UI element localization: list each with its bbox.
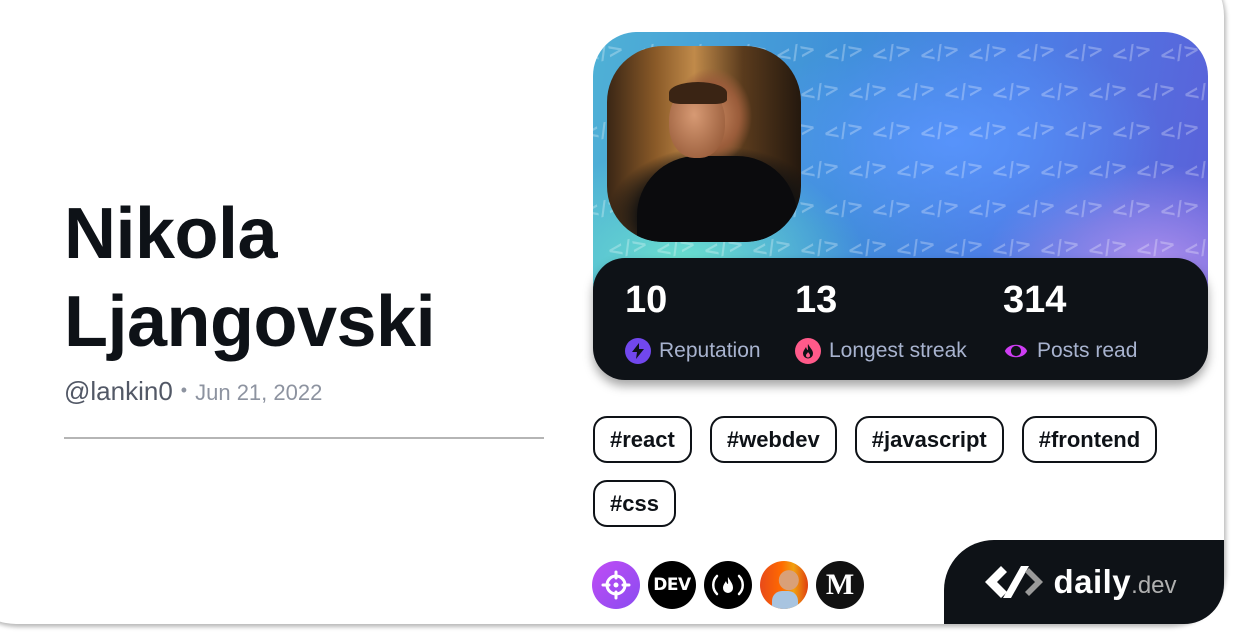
pattern-logo-icon: </>	[1133, 153, 1178, 185]
last-name: Ljangovski	[64, 282, 436, 362]
crosshair-icon	[601, 570, 631, 600]
first-name: Nikola	[64, 194, 278, 274]
stats-panel: 10 Reputation 13 Longest streak 314 Post…	[593, 258, 1208, 380]
pattern-logo-icon: </>	[1013, 192, 1058, 224]
pattern-logo-icon: </>	[821, 36, 866, 68]
profile-meta: @lankin0 • Jun 21, 2022	[64, 376, 544, 407]
pattern-logo-icon: </>	[845, 75, 890, 107]
stat-posts-read: 314 Posts read	[1003, 278, 1137, 364]
pattern-logo-icon: </>	[1037, 153, 1082, 185]
pattern-logo-icon: </>	[1109, 192, 1154, 224]
pattern-logo-icon: </>	[821, 114, 866, 146]
pattern-logo-icon: </>	[941, 75, 986, 107]
lightning-icon	[625, 338, 651, 364]
stat-value: 10	[625, 279, 668, 321]
pattern-logo-icon: </>	[941, 153, 986, 185]
pattern-logo-icon: </>	[797, 75, 842, 107]
pattern-logo-icon: </>	[1181, 75, 1208, 107]
joined-date: Jun 21, 2022	[195, 380, 323, 405]
crosshair-source[interactable]	[592, 561, 640, 609]
top-sources: DEV M	[592, 561, 864, 609]
daily-dev-logo-icon	[985, 566, 1044, 598]
pattern-logo-icon: </>	[869, 36, 914, 68]
pattern-logo-icon: </>	[1061, 192, 1106, 224]
freecodecamp-source[interactable]	[704, 561, 752, 609]
tag-chip[interactable]: #react	[593, 416, 692, 463]
pattern-logo-icon: </>	[965, 114, 1010, 146]
pattern-logo-icon: </>	[965, 192, 1010, 224]
eye-ring-icon	[1003, 338, 1029, 364]
tag-chip[interactable]: #frontend	[1021, 416, 1158, 463]
pattern-logo-icon: </>	[869, 114, 914, 146]
brand-tld: .dev	[1131, 572, 1177, 599]
pattern-logo-icon: </>	[593, 36, 626, 68]
pattern-logo-icon: </>	[1109, 114, 1154, 146]
pattern-logo-icon: </>	[1013, 114, 1058, 146]
daily-dev-brand[interactable]: daily .dev	[944, 540, 1224, 624]
divider	[64, 437, 544, 439]
pattern-logo-icon: </>	[917, 192, 962, 224]
profile-info: Nikola Ljangovski @lankin0 • Jun 21, 202…	[64, 190, 544, 407]
tag-chip[interactable]: #css	[593, 480, 676, 527]
pattern-logo-icon: </>	[821, 192, 866, 224]
pattern-logo-icon: </>	[893, 153, 938, 185]
stat-label: Longest streak	[829, 339, 967, 362]
pattern-logo-icon: </>	[1181, 153, 1208, 185]
dev-logo: DEV	[653, 575, 691, 595]
pattern-logo-icon: </>	[989, 153, 1034, 185]
pattern-logo-icon: </>	[965, 36, 1010, 68]
medium-logo: M	[825, 568, 855, 601]
pattern-logo-icon: </>	[1013, 36, 1058, 68]
pattern-logo-icon: </>	[1181, 231, 1208, 263]
pattern-logo-icon: </>	[1085, 75, 1130, 107]
stat-value: 314	[1003, 279, 1067, 321]
stat-label: Posts read	[1037, 339, 1138, 362]
freecodecamp-icon	[712, 574, 744, 596]
flame-icon	[795, 338, 821, 364]
pattern-logo-icon: </>	[893, 75, 938, 107]
person-source[interactable]	[760, 561, 808, 609]
pattern-logo-icon: </>	[917, 36, 962, 68]
stat-value: 13	[795, 279, 838, 321]
pattern-logo-icon: </>	[1109, 36, 1154, 68]
pattern-logo-icon: </>	[1085, 153, 1130, 185]
tag-chip[interactable]: #webdev	[709, 416, 837, 463]
pattern-logo-icon: </>	[1157, 36, 1202, 68]
stat-longest-streak: 13 Longest streak	[795, 278, 967, 364]
brand-word: daily	[1053, 563, 1132, 600]
dev-to-source[interactable]: DEV	[648, 561, 696, 609]
avatar[interactable]	[607, 46, 801, 242]
separator-dot: •	[180, 380, 188, 400]
pattern-logo-icon: </>	[1061, 114, 1106, 146]
tag-chip[interactable]: #javascript	[854, 416, 1004, 463]
pattern-logo-icon: </>	[1037, 75, 1082, 107]
pattern-logo-icon: </>	[1133, 75, 1178, 107]
pattern-logo-icon: </>	[989, 75, 1034, 107]
avatar-shirt	[637, 156, 797, 242]
profile-name: Nikola Ljangovski	[64, 190, 544, 366]
pattern-logo-icon: </>	[1061, 36, 1106, 68]
pattern-logo-icon: </>	[869, 192, 914, 224]
pattern-logo-icon: </>	[1157, 114, 1202, 146]
pattern-logo-icon: </>	[797, 153, 842, 185]
username[interactable]: @lankin0	[64, 376, 173, 407]
avatar-hair	[669, 82, 727, 104]
pattern-logo-icon: </>	[917, 114, 962, 146]
tags-list: #react #webdev #javascript #frontend #cs…	[593, 416, 1193, 527]
medium-source[interactable]: M	[816, 561, 864, 609]
pattern-logo-icon: </>	[845, 153, 890, 185]
stat-label: Reputation	[659, 339, 761, 362]
pattern-logo-icon: </>	[1157, 192, 1202, 224]
stat-reputation: 10 Reputation	[625, 278, 761, 364]
